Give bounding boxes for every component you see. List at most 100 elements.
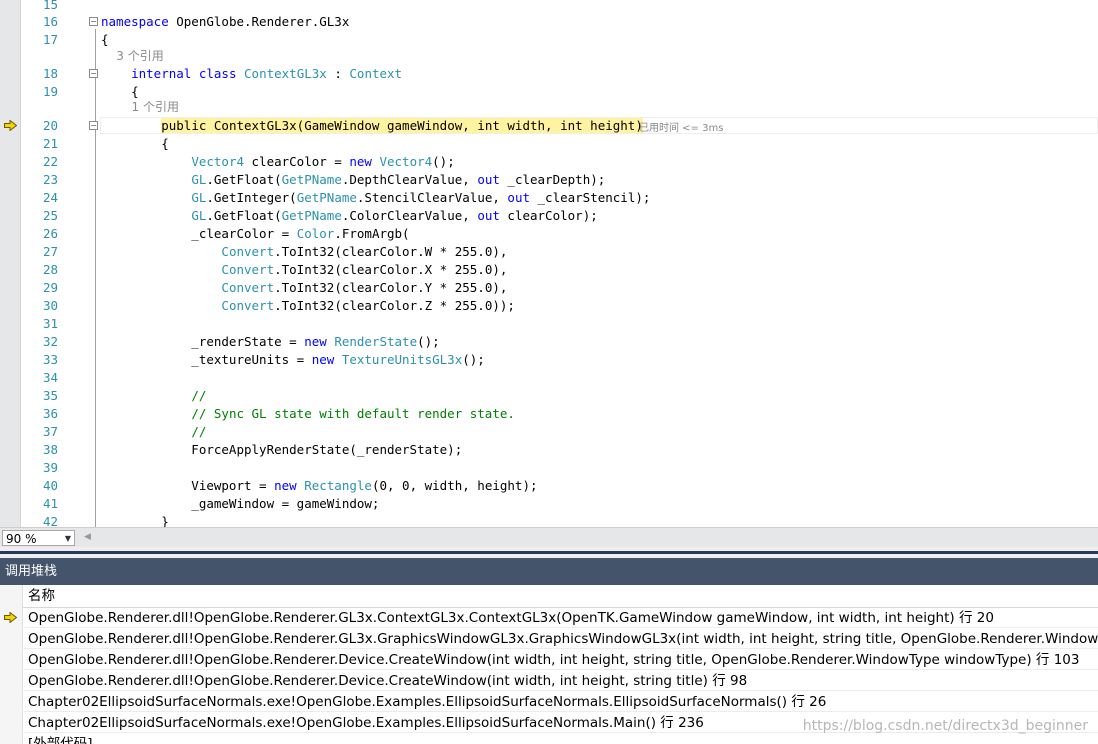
code-text[interactable]: ForceApplyRenderState(_renderState); — [101, 441, 462, 459]
pane-splitter[interactable] — [0, 547, 1098, 558]
call-stack-frame[interactable]: OpenGlobe.Renderer.dll!OpenGlobe.Rendere… — [22, 650, 1098, 670]
code-line[interactable]: 36 // Sync GL state with default render … — [0, 405, 1098, 423]
line-number: 34 — [42, 370, 58, 385]
code-text[interactable]: GL.GetFloat(GetPName.DepthClearValue, ou… — [101, 171, 605, 189]
code-text[interactable]: // — [101, 387, 206, 405]
code-line[interactable]: 34 — [0, 369, 1098, 387]
code-text[interactable]: { — [101, 135, 169, 153]
line-number: 24 — [42, 190, 58, 205]
line-number: 28 — [42, 262, 58, 277]
code-line[interactable]: 26 _clearColor = Color.FromArgb( — [0, 225, 1098, 243]
code-line[interactable]: 30 Convert.ToInt32(clearColor.Z * 255.0)… — [0, 297, 1098, 315]
code-text[interactable]: Convert.ToInt32(clearColor.W * 255.0), — [101, 243, 507, 261]
code-token: { — [101, 136, 169, 151]
code-text[interactable]: internal class ContextGL3x : Context — [101, 65, 402, 83]
call-stack-panel[interactable]: 名称 OpenGlobe.Renderer.dll!OpenGlobe.Rend… — [0, 585, 1098, 744]
code-token: public ContextGL3x(GameWindow gameWindow… — [161, 118, 643, 133]
call-stack-frame[interactable]: [外部代码] — [22, 734, 1098, 744]
code-line[interactable]: 39 — [0, 459, 1098, 477]
code-token: .ColorClearValue, — [341, 208, 478, 223]
code-token: .ToInt32(clearColor.W * 255.0), — [274, 244, 508, 259]
code-token: ContextGL3x — [244, 66, 327, 81]
code-line[interactable]: 17 { — [0, 31, 1098, 49]
code-token: clearColor = — [244, 154, 350, 169]
code-token: new — [311, 352, 335, 367]
code-line[interactable]: 27 Convert.ToInt32(clearColor.W * 255.0)… — [0, 243, 1098, 261]
code-token: _renderState = — [101, 334, 305, 349]
line-number: 30 — [42, 298, 58, 313]
code-token: out — [477, 208, 500, 223]
code-text[interactable]: _clearColor = Color.FromArgb( — [101, 225, 410, 243]
code-text[interactable]: _gameWindow = gameWindow; — [101, 495, 379, 513]
call-stack-frame[interactable]: OpenGlobe.Renderer.dll!OpenGlobe.Rendere… — [22, 671, 1098, 691]
code-line[interactable]: 22 Vector4 clearColor = new Vector4(); — [0, 153, 1098, 171]
code-text[interactable]: Convert.ToInt32(clearColor.Z * 255.0)); — [101, 297, 515, 315]
code-text[interactable]: } — [101, 513, 169, 527]
code-line[interactable]: 32 _renderState = new RenderState(); — [0, 333, 1098, 351]
code-line[interactable]: 31 — [0, 315, 1098, 333]
code-line[interactable]: 35 // — [0, 387, 1098, 405]
code-token: .FromArgb( — [334, 226, 410, 241]
code-text[interactable]: Convert.ToInt32(clearColor.X * 255.0), — [101, 261, 507, 279]
code-token: Convert — [221, 298, 275, 313]
code-text[interactable]: Viewport = new Rectangle(0, 0, width, he… — [101, 477, 537, 495]
code-text[interactable]: GL.GetInteger(GetPName.StencilClearValue… — [101, 189, 650, 207]
code-line[interactable]: 41 _gameWindow = gameWindow; — [0, 495, 1098, 513]
line-number: 27 — [42, 244, 58, 259]
code-line[interactable]: 40 Viewport = new Rectangle(0, 0, width,… — [0, 477, 1098, 495]
code-line[interactable]: 25 GL.GetFloat(GetPName.ColorClearValue,… — [0, 207, 1098, 225]
code-text[interactable]: // — [101, 423, 206, 441]
code-token: .StencilClearValue, — [356, 190, 508, 205]
code-token: new — [349, 154, 372, 169]
code-text[interactable]: namespace OpenGlobe.Renderer.GL3x — [101, 13, 349, 31]
code-text[interactable]: _renderState = new RenderState(); — [101, 333, 439, 351]
dropdown-caret-icon[interactable]: ▼ — [65, 531, 71, 547]
perf-tip[interactable]: 已用时间 <= 3ms — [639, 119, 723, 134]
code-text[interactable]: // Sync GL state with default render sta… — [101, 405, 515, 423]
collapse-outline-icon[interactable]: − — [89, 17, 98, 26]
line-number: 40 — [42, 478, 58, 493]
code-line[interactable]: 23 GL.GetFloat(GetPName.DepthClearValue,… — [0, 171, 1098, 189]
code-text[interactable]: public ContextGL3x(GameWindow gameWindow… — [101, 117, 643, 135]
code-token: Rectangle — [304, 478, 372, 493]
code-line[interactable]: 24 GL.GetInteger(GetPName.StencilClearVa… — [0, 189, 1098, 207]
code-line[interactable]: 15 — [0, 0, 1098, 14]
code-line[interactable]: 20 public ContextGL3x(GameWindow gameWin… — [0, 117, 1098, 135]
code-line[interactable]: 37 // — [0, 423, 1098, 441]
code-text[interactable]: _textureUnits = new TextureUnitsGL3x(); — [101, 351, 485, 369]
code-token: _clearStencil); — [530, 190, 651, 205]
code-line[interactable]: 16 namespace OpenGlobe.Renderer.GL3x — [0, 13, 1098, 31]
code-line[interactable]: 33 _textureUnits = new TextureUnitsGL3x(… — [0, 351, 1098, 369]
code-line[interactable]: 28 Convert.ToInt32(clearColor.X * 255.0)… — [0, 261, 1098, 279]
call-stack-frame[interactable]: OpenGlobe.Renderer.dll!OpenGlobe.Rendere… — [22, 608, 1098, 628]
call-stack-title[interactable]: 调用堆栈 — [0, 558, 1098, 585]
call-stack-frame[interactable]: Chapter02EllipsoidSurfaceNormals.exe!Ope… — [22, 692, 1098, 712]
code-token: Convert — [221, 280, 275, 295]
code-editor[interactable]: 15 16 namespace OpenGlobe.Renderer.GL3x 17 {… — [0, 0, 1098, 527]
code-line[interactable]: 38 ForceApplyRenderState(_renderState); — [0, 441, 1098, 459]
code-line[interactable]: 18 internal class ContextGL3x : Context — [0, 65, 1098, 83]
collapse-outline-icon[interactable]: − — [89, 69, 98, 78]
line-number: 23 — [42, 172, 58, 187]
collapse-outline-icon[interactable]: − — [89, 121, 98, 130]
codelens-references[interactable]: 3 个引用 — [101, 48, 163, 64]
code-text[interactable]: Vector4 clearColor = new Vector4(); — [101, 153, 454, 171]
code-text[interactable]: { — [101, 31, 109, 49]
codelens-references[interactable]: 1 个引用 — [101, 99, 179, 115]
column-header-name[interactable]: 名称 — [22, 585, 1098, 608]
code-line[interactable]: 29 Convert.ToInt32(clearColor.Y * 255.0)… — [0, 279, 1098, 297]
call-stack-frame[interactable]: OpenGlobe.Renderer.dll!OpenGlobe.Rendere… — [22, 629, 1098, 649]
code-line[interactable]: 42 } — [0, 513, 1098, 527]
code-text[interactable]: GL.GetFloat(GetPName.ColorClearValue, ou… — [101, 207, 597, 225]
code-text[interactable]: Convert.ToInt32(clearColor.Y * 255.0), — [101, 279, 507, 297]
code-token: GetPName — [281, 172, 342, 187]
scroll-left-icon[interactable]: ◀ — [84, 532, 91, 542]
code-token: .GetInteger( — [206, 190, 297, 205]
code-line[interactable]: 21 { — [0, 135, 1098, 153]
zoom-select[interactable]: 90 % ▼ — [2, 530, 75, 546]
